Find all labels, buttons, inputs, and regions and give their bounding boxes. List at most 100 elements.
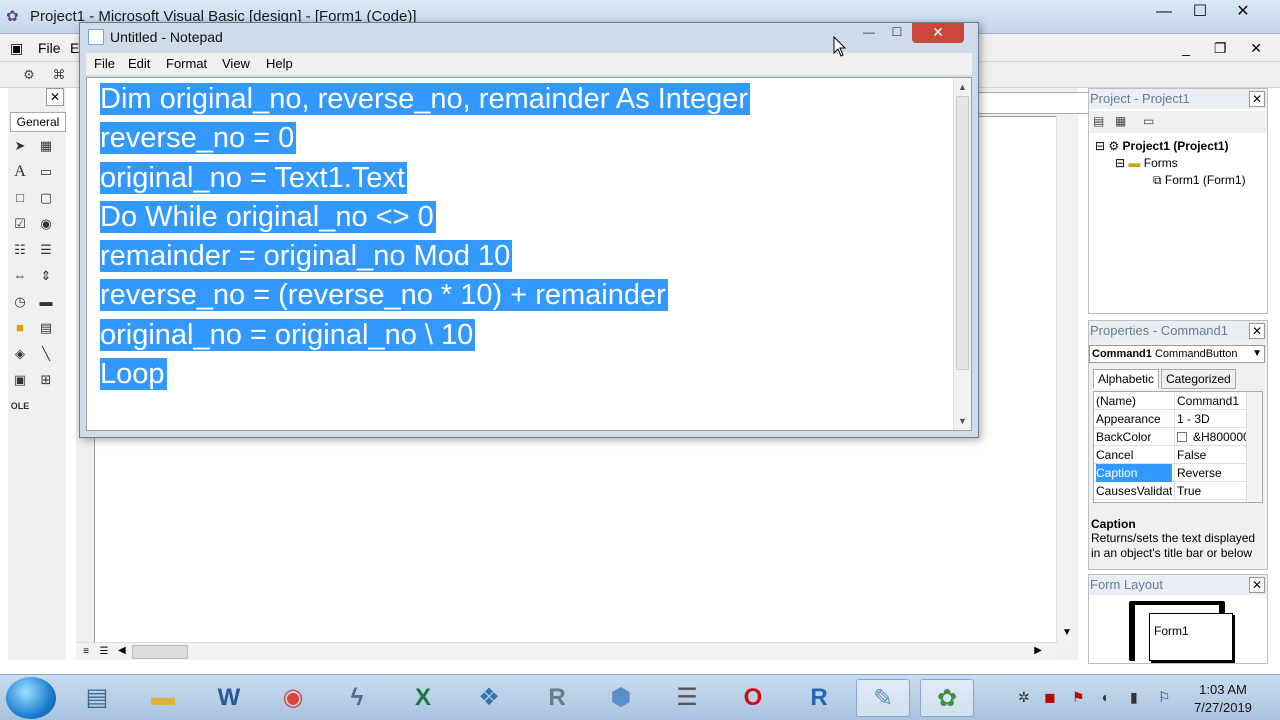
object-combo[interactable]: Command1 CommandButton ▼ (1089, 345, 1265, 363)
vb-close-button[interactable]: ✕ (1218, 0, 1268, 26)
notepad-text-area[interactable]: Dim original_no, reverse_no, remainder A… (86, 77, 972, 431)
project-panel-close-button[interactable]: ✕ (1249, 91, 1265, 107)
notepad-taskbar-icon[interactable]: ✎ (856, 679, 910, 717)
procedure-view-button[interactable]: ≡ (78, 644, 94, 660)
ole-icon[interactable]: OLE (10, 396, 30, 416)
notepad-menu-file[interactable]: File (94, 56, 115, 71)
tree-item-forms[interactable]: ⊟ ▬ Forms (1115, 156, 1178, 170)
full-module-view-button[interactable]: ☰ (96, 644, 112, 660)
scroll-thumb[interactable] (956, 96, 969, 370)
tree-item-project[interactable]: ⊟ ⚙ Project1 (Project1) (1095, 139, 1229, 153)
virtualbox-icon[interactable]: ⬢ (594, 679, 648, 717)
r-gui-icon[interactable]: R (792, 679, 846, 717)
database-icon[interactable]: ☰ (660, 679, 714, 717)
view-object-icon[interactable]: ▦ (1115, 114, 1126, 128)
data-icon[interactable]: ⊞ (36, 370, 56, 390)
checkbox-icon[interactable]: ☑ (10, 214, 30, 234)
scroll-right-icon[interactable]: ▶ (1034, 645, 1042, 656)
vb-mdi-controls[interactable]: _ ❐ ✕ (1182, 40, 1272, 57)
notepad-menu-help[interactable]: Help (266, 56, 293, 71)
label-icon[interactable]: A (10, 162, 30, 182)
notepad-vertical-scrollbar[interactable]: ▲ ▼ (953, 78, 971, 430)
winamp-icon[interactable]: ϟ (330, 679, 384, 717)
toolbox-general-tab[interactable]: General (10, 112, 66, 132)
notepad-maximize-button[interactable]: ☐ (884, 23, 910, 43)
combobox-icon[interactable]: ☷ (10, 240, 30, 260)
opera-icon[interactable]: O (726, 679, 780, 717)
drivelistbox-icon[interactable]: ▬ (36, 292, 56, 312)
scroll-up-icon[interactable]: ▲ (958, 82, 967, 92)
code-vertical-scrollbar[interactable]: ▼ (1056, 116, 1076, 646)
tab-alphabetic[interactable]: Alphabetic (1093, 369, 1160, 389)
notepad-title: Untitled - Notepad (110, 29, 223, 45)
toolbox-close-button[interactable]: ✕ (46, 88, 64, 106)
properties-panel-close-button[interactable]: ✕ (1249, 323, 1265, 339)
property-row[interactable]: CausesValidat True (1094, 482, 1246, 500)
word-icon[interactable]: W (202, 679, 256, 717)
notepad-code-text[interactable]: Dim original_no, reverse_no, remainder A… (100, 80, 750, 394)
volume-icon[interactable]: ◖ (1100, 689, 1108, 705)
shape-icon[interactable]: ◈ (10, 344, 30, 364)
commandbutton-icon[interactable]: ▢ (36, 188, 56, 208)
notepad-close-button[interactable]: ✕ (912, 23, 964, 43)
code-horizontal-scrollbar[interactable]: ≡ ☰ ◀ ▶ (76, 642, 1058, 660)
pointer-icon[interactable]: ➤ (10, 136, 30, 156)
notepad-menu-format[interactable]: Format (166, 56, 207, 71)
notepad-menu-view[interactable]: View (222, 56, 250, 71)
visual-basic-app-icon: ✿ (6, 8, 19, 25)
notepad-menu-edit[interactable]: Edit (128, 56, 150, 71)
properties-scrollbar[interactable] (1246, 392, 1262, 502)
toggle-folders-icon[interactable]: ▭ (1143, 114, 1154, 128)
flag-icon[interactable]: ⚐ (1158, 689, 1171, 706)
vb-minimize-button[interactable]: — (1146, 0, 1182, 26)
usb-tray-icon[interactable]: ⚑ (1072, 689, 1085, 706)
python-icon[interactable]: ❖ (462, 679, 516, 717)
view-code-icon[interactable]: ▤ (1093, 114, 1104, 128)
tab-categorized[interactable]: Categorized (1161, 369, 1236, 389)
frame-icon[interactable]: □ (10, 188, 30, 208)
scroll-left-icon[interactable]: ◀ (118, 645, 126, 656)
chrome-icon[interactable]: ◉ (266, 679, 320, 717)
clock[interactable]: 1:03 AM 7/27/2019 (1186, 681, 1260, 717)
collapse-icon[interactable]: ⊟ (1115, 156, 1125, 170)
property-row[interactable]: Cancel False (1094, 446, 1246, 464)
form-layout-form1[interactable]: Form1 (1149, 613, 1233, 661)
notepad-minimize-button[interactable]: — (856, 23, 882, 43)
hscrollbar-icon[interactable]: ⇔ (10, 266, 30, 286)
property-row[interactable]: (Name) Command1 (1094, 392, 1246, 410)
pdf-tray-icon[interactable]: ◼ (1044, 689, 1056, 706)
property-row-selected[interactable]: Caption Reverse (1094, 464, 1246, 482)
textbox-icon[interactable]: ▭ (36, 162, 56, 182)
image-icon[interactable]: ▣ (10, 370, 30, 390)
property-row[interactable]: Appearance 1 - 3D (1094, 410, 1246, 428)
property-row[interactable]: BackColor &H800000 (1094, 428, 1246, 446)
vscrollbar-icon[interactable]: ⇕ (36, 266, 56, 286)
line-icon[interactable]: ╲ (36, 344, 56, 364)
optionbutton-icon[interactable]: ◉ (36, 214, 56, 234)
tree-item-form1[interactable]: ⧉ Form1 (Form1) (1153, 173, 1246, 188)
dirlistbox-icon[interactable]: ■ (10, 318, 30, 338)
add-project-icon[interactable]: ⚙ (20, 66, 38, 84)
vb-menu-edit[interactable]: E (70, 40, 79, 56)
vb-menu-file[interactable]: File (38, 40, 61, 56)
start-button[interactable] (6, 677, 56, 719)
rstudio-icon[interactable]: R (530, 679, 584, 717)
add-form-icon[interactable]: ⌘ (50, 66, 68, 84)
form-layout-close-button[interactable]: ✕ (1249, 577, 1265, 593)
file-explorer-icon[interactable]: ▤ (70, 679, 124, 717)
visual-basic-taskbar-icon[interactable]: ✿ (920, 679, 974, 717)
settings-tray-icon[interactable]: ✲ (1018, 689, 1030, 706)
vb-menu-icon[interactable]: ▣ (10, 40, 23, 57)
collapse-icon[interactable]: ⊟ (1095, 139, 1105, 153)
folder-icon[interactable]: ▬ (136, 679, 190, 717)
filelistbox-icon[interactable]: ▤ (36, 318, 56, 338)
scroll-thumb[interactable] (132, 645, 188, 659)
excel-icon[interactable]: X (396, 679, 450, 717)
picturebox-icon[interactable]: ▦ (36, 136, 56, 156)
timer-icon[interactable]: ◷ (10, 292, 30, 312)
network-icon[interactable]: ▮ (1130, 689, 1138, 706)
vb-maximize-button[interactable]: ☐ (1182, 0, 1218, 26)
scroll-down-icon[interactable]: ▼ (1062, 627, 1072, 638)
scroll-down-icon[interactable]: ▼ (958, 416, 967, 426)
listbox-icon[interactable]: ☰ (36, 240, 56, 260)
